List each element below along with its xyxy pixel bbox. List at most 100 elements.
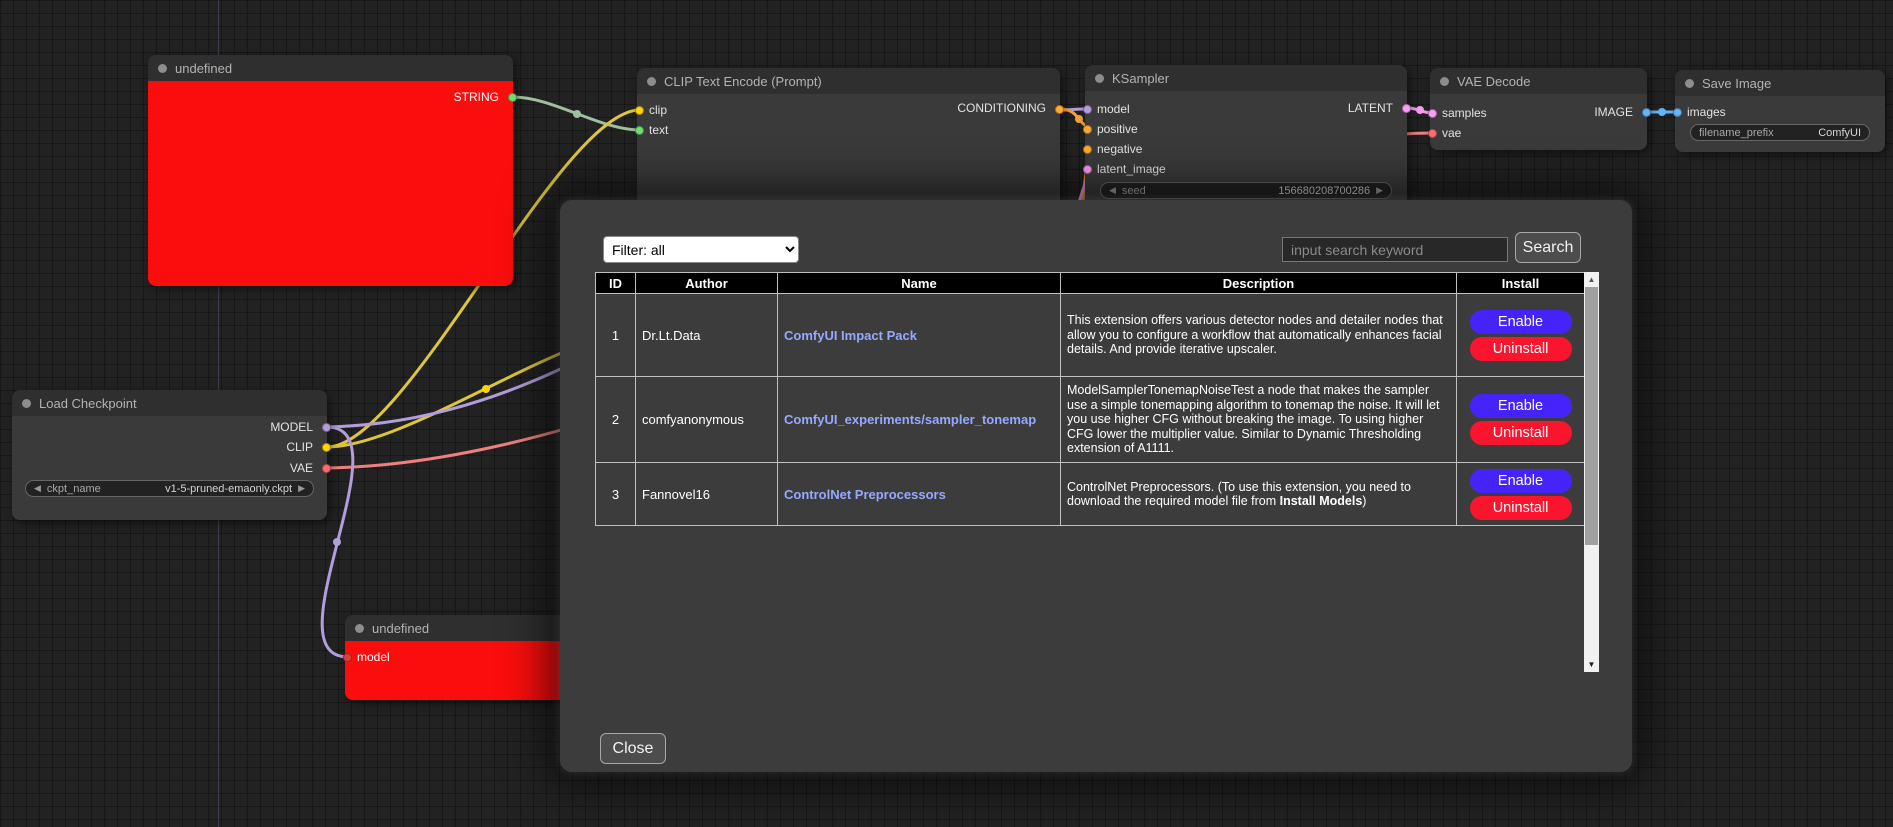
input-port-latent-image[interactable] <box>1083 165 1092 174</box>
uninstall-button[interactable]: Uninstall <box>1470 421 1572 445</box>
enable-button[interactable]: Enable <box>1470 469 1572 493</box>
cell-description: This extension offers various detector n… <box>1061 294 1457 377</box>
node-title: CLIP Text Encode (Prompt) <box>664 74 822 89</box>
collapse-dot-icon[interactable] <box>1095 74 1104 83</box>
extension-link[interactable]: ControlNet Preprocessors <box>784 487 946 502</box>
input-port-model[interactable] <box>343 653 352 662</box>
node-vae-decode[interactable]: VAE Decode samples vae IMAGE <box>1430 68 1647 150</box>
node-header[interactable]: Load Checkpoint <box>12 390 327 416</box>
seed-widget[interactable]: ◀ seed 156680208700286 ▶ <box>1100 182 1392 199</box>
output-port-image[interactable] <box>1642 108 1651 117</box>
cell-description: ModelSamplerTonemapNoiseTest a node that… <box>1061 377 1457 463</box>
input-label-vae: vae <box>1442 126 1461 140</box>
output-port-vae[interactable] <box>322 464 331 473</box>
output-port-model[interactable] <box>322 423 331 432</box>
header-name: Name <box>778 273 1061 294</box>
output-label-conditioning: CONDITIONING <box>957 101 1046 115</box>
cell-id: 3 <box>596 463 636 526</box>
node-header[interactable]: Save Image <box>1675 70 1885 96</box>
input-label-negative: negative <box>1097 142 1142 156</box>
scrollbar-thumb[interactable] <box>1585 287 1598 545</box>
input-label-text: text <box>649 123 668 137</box>
node-title: VAE Decode <box>1457 74 1530 89</box>
uninstall-button[interactable]: Uninstall <box>1470 496 1572 520</box>
cell-description: ControlNet Preprocessors. (To use this e… <box>1061 463 1457 526</box>
input-port-negative[interactable] <box>1083 145 1092 154</box>
input-port-vae[interactable] <box>1428 129 1437 138</box>
ckpt-name-value: v1-5-pruned-emaonly.ckpt <box>165 483 292 495</box>
enable-button[interactable]: Enable <box>1470 394 1572 418</box>
input-port-positive[interactable] <box>1083 125 1092 134</box>
ckpt-name-label: ckpt_name <box>47 483 101 495</box>
output-port-string[interactable] <box>508 93 517 102</box>
node-header[interactable]: VAE Decode <box>1430 68 1647 94</box>
output-label-model: MODEL <box>270 420 313 434</box>
close-button[interactable]: Close <box>600 733 666 764</box>
table-row: 3 Fannovel16 ControlNet Preprocessors Co… <box>596 463 1585 526</box>
filter-dropdown[interactable]: Filter: all <box>603 236 799 263</box>
input-port-clip[interactable] <box>635 106 644 115</box>
collapse-dot-icon[interactable] <box>158 64 167 73</box>
cell-author: Fannovel16 <box>636 463 778 526</box>
output-label-latent: LATENT <box>1348 101 1393 115</box>
search-button[interactable]: Search <box>1515 232 1581 263</box>
filename-prefix-label: filename_prefix <box>1699 127 1774 139</box>
output-label-clip: CLIP <box>286 440 313 454</box>
output-label-image: IMAGE <box>1594 105 1633 119</box>
header-description: Description <box>1061 273 1457 294</box>
node-header[interactable]: undefined <box>148 55 513 81</box>
node-header[interactable]: CLIP Text Encode (Prompt) <box>637 68 1060 94</box>
cell-id: 1 <box>596 294 636 377</box>
output-port-conditioning[interactable] <box>1055 105 1064 114</box>
table-row: 1 Dr.Lt.Data ComfyUI Impact Pack This ex… <box>596 294 1585 377</box>
node-title: undefined <box>372 621 429 636</box>
combo-left-arrow-icon[interactable]: ◀ <box>34 484 41 493</box>
input-port-images[interactable] <box>1673 108 1682 117</box>
extension-link[interactable]: ComfyUI_experiments/sampler_tonemap <box>784 412 1036 427</box>
uninstall-button[interactable]: Uninstall <box>1470 337 1572 361</box>
input-port-samples[interactable] <box>1428 109 1437 118</box>
filename-prefix-widget[interactable]: filename_prefix ComfyUI <box>1690 124 1870 141</box>
extension-link[interactable]: ComfyUI Impact Pack <box>784 328 917 343</box>
collapse-dot-icon[interactable] <box>1440 77 1449 86</box>
input-port-text[interactable] <box>635 126 644 135</box>
combo-left-arrow-icon[interactable]: ◀ <box>1109 186 1116 195</box>
node-load-checkpoint[interactable]: Load Checkpoint MODEL CLIP VAE ◀ ckpt_na… <box>12 390 327 520</box>
output-port-latent[interactable] <box>1402 104 1411 113</box>
input-port-model[interactable] <box>1083 105 1092 114</box>
node-save-image[interactable]: Save Image images filename_prefix ComfyU… <box>1675 70 1885 152</box>
node-title: KSampler <box>1112 71 1169 86</box>
node-title: Load Checkpoint <box>39 396 137 411</box>
comfyui-canvas[interactable]: { "icons": { "combo_left": "◀", "combo_r… <box>0 0 1893 827</box>
node-header[interactable]: KSampler <box>1085 65 1407 91</box>
output-label-string: STRING <box>454 90 499 104</box>
table-scrollbar[interactable]: ▲ ▼ <box>1584 272 1599 672</box>
node-undefined-top[interactable]: undefined STRING <box>148 55 513 286</box>
seed-widget-value: 156680208700286 <box>1278 185 1370 197</box>
output-port-clip[interactable] <box>322 443 331 452</box>
cell-install: Enable Uninstall <box>1457 377 1585 463</box>
cell-author: Dr.Lt.Data <box>636 294 778 377</box>
cell-install: Enable Uninstall <box>1457 463 1585 526</box>
search-input[interactable] <box>1282 237 1508 262</box>
collapse-dot-icon[interactable] <box>1685 79 1694 88</box>
table-header-row: ID Author Name Description Install <box>596 273 1585 294</box>
scrollbar-down-icon[interactable]: ▼ <box>1584 657 1599 672</box>
seed-widget-label: seed <box>1122 185 1146 197</box>
collapse-dot-icon[interactable] <box>355 624 364 633</box>
input-label-latent-image: latent_image <box>1097 162 1166 176</box>
combo-right-arrow-icon[interactable]: ▶ <box>298 484 305 493</box>
enable-button[interactable]: Enable <box>1470 310 1572 334</box>
input-label-model: model <box>357 650 390 664</box>
scrollbar-up-icon[interactable]: ▲ <box>1584 272 1599 287</box>
output-label-vae: VAE <box>290 461 313 475</box>
input-label-positive: positive <box>1097 122 1138 136</box>
input-label-images: images <box>1687 105 1726 119</box>
collapse-dot-icon[interactable] <box>22 399 31 408</box>
combo-right-arrow-icon[interactable]: ▶ <box>1376 186 1383 195</box>
input-label-clip: clip <box>649 103 667 117</box>
collapse-dot-icon[interactable] <box>647 77 656 86</box>
ckpt-name-widget[interactable]: ◀ ckpt_name v1-5-pruned-emaonly.ckpt ▶ <box>25 480 314 497</box>
input-label-model: model <box>1097 102 1130 116</box>
node-title: Save Image <box>1702 76 1771 91</box>
